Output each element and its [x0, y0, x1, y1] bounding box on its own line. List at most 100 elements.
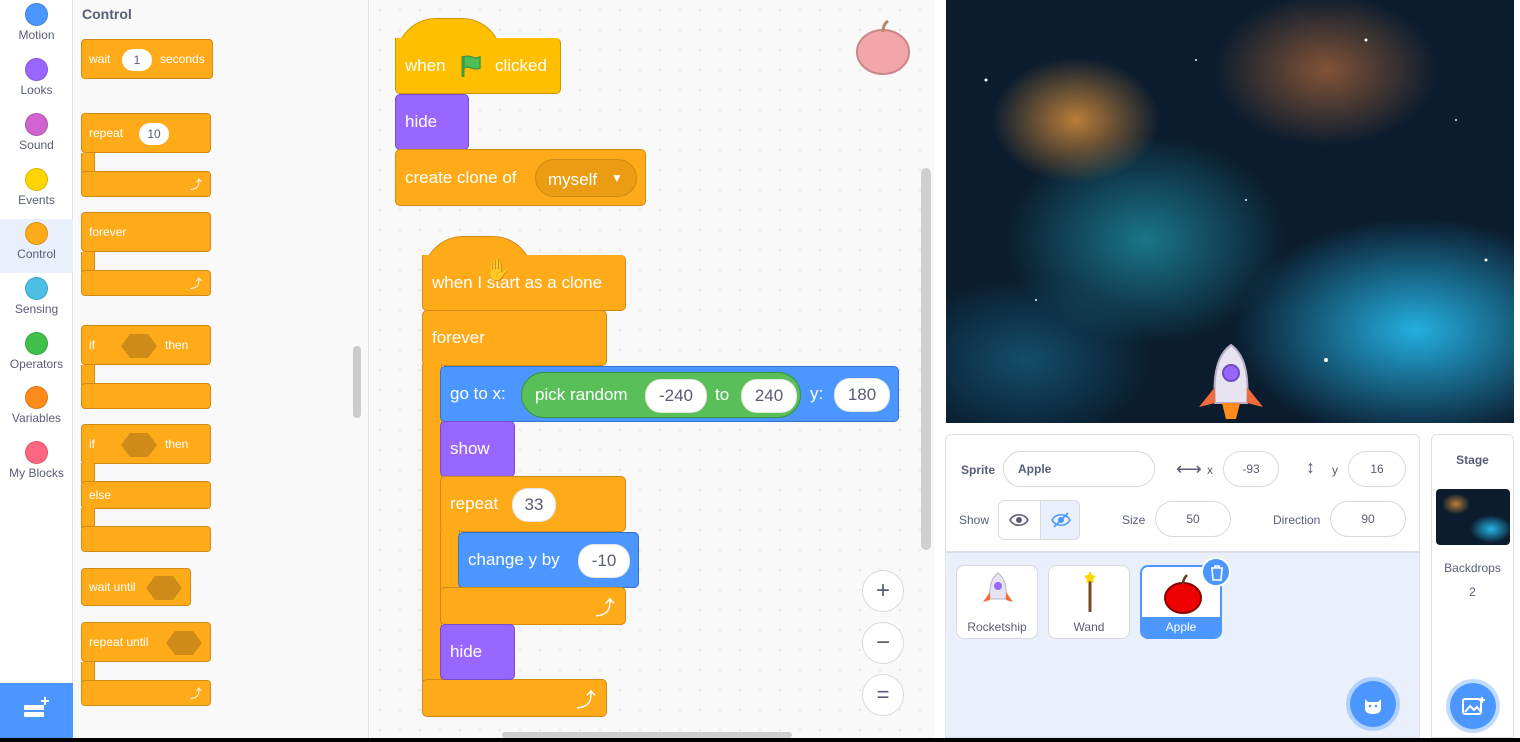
block-text: go to x:	[450, 384, 506, 403]
change-y-block[interactable]: change y by -10	[458, 532, 639, 588]
when-flag-clicked-block[interactable]: when clicked	[395, 38, 561, 94]
add-extension-button[interactable]	[0, 683, 73, 738]
category-events[interactable]: Events	[0, 165, 73, 219]
block-text: clicked	[495, 55, 547, 75]
sprite-tile-wand[interactable]: Wand	[1048, 565, 1130, 639]
block-text: else	[89, 488, 112, 502]
y-input[interactable]: 180	[834, 378, 890, 412]
choose-backdrop-button[interactable]	[1446, 679, 1500, 733]
loop-arrow-icon: ⤴	[189, 276, 202, 291]
dropdown-value: myself	[548, 170, 598, 189]
y-position-field[interactable]: 16	[1348, 451, 1406, 487]
zoom-in-button[interactable]: +	[862, 570, 904, 612]
c-block-foot: ⤴	[81, 270, 211, 296]
stage-canvas[interactable]	[946, 0, 1514, 423]
apple-sprite-preview-icon	[856, 19, 910, 75]
script-horizontal-scrollbar[interactable]	[502, 732, 792, 738]
category-control[interactable]: Control	[0, 219, 73, 273]
category-label: Sound	[19, 138, 54, 152]
backdrops-label: Backdrops	[1444, 561, 1501, 575]
size-label: Size	[1122, 513, 1146, 527]
condition-slot[interactable]	[121, 334, 157, 358]
pick-random-block[interactable]: pick random -240 to 240	[521, 372, 801, 418]
show-visible-button[interactable]	[999, 501, 1040, 539]
block-text: seconds	[160, 52, 205, 66]
c-block-arm	[81, 252, 95, 272]
block-text: forever	[432, 328, 485, 347]
repeat-count-input[interactable]: 33	[512, 488, 556, 522]
go-to-xy-block[interactable]: go to x: pick random -240 to 240 y: 180	[440, 366, 899, 422]
x-label: x	[1207, 463, 1213, 477]
block-text: wait	[89, 52, 111, 66]
forever-arm	[422, 364, 442, 682]
sprite-tile-rocketship[interactable]: Rocketship	[956, 565, 1038, 639]
stage-target-panel[interactable]: Stage Backdrops 2	[1431, 434, 1514, 738]
palette-wait-until-block[interactable]: wait until	[81, 568, 191, 606]
when-start-as-clone-block[interactable]: when I start as a clone	[422, 255, 626, 311]
block-text: pick random	[535, 385, 628, 404]
block-text: create clone of	[405, 167, 517, 187]
palette-repeat-until-block[interactable]: repeat until	[81, 622, 211, 662]
palette-wait-block[interactable]: wait 1 seconds	[81, 39, 213, 79]
palette-repeat-block[interactable]: repeat 10	[81, 113, 211, 153]
random-from-input[interactable]: -240	[645, 379, 707, 413]
show-hidden-button[interactable]	[1040, 501, 1079, 539]
show-block[interactable]: show	[440, 421, 515, 477]
repeat-block[interactable]: repeat 33	[440, 476, 626, 532]
category-my-blocks[interactable]: My Blocks	[0, 438, 73, 492]
variables-dot-icon	[25, 386, 48, 409]
choose-sprite-button[interactable]	[1346, 677, 1400, 731]
category-label: Sensing	[14, 302, 59, 316]
loop-arrow-icon: ⤴	[595, 597, 615, 620]
delete-sprite-button[interactable]	[1201, 557, 1231, 587]
category-operators[interactable]: Operators	[0, 329, 73, 383]
palette-forever-block[interactable]: forever	[81, 212, 211, 252]
block-text: wait until	[89, 580, 136, 594]
else-section: else	[81, 481, 211, 509]
category-variables[interactable]: Variables	[0, 383, 73, 437]
direction-field[interactable]: 90	[1330, 501, 1406, 537]
repeat-count-input[interactable]: 10	[139, 123, 169, 145]
control-dot-icon	[25, 222, 48, 245]
script-vertical-scrollbar[interactable]	[921, 168, 931, 550]
operators-dot-icon	[25, 332, 48, 355]
x-position-field[interactable]: -93	[1223, 451, 1279, 487]
category-label: My Blocks	[9, 466, 64, 480]
sound-dot-icon	[25, 113, 48, 136]
change-y-input[interactable]: -10	[578, 544, 630, 578]
backdrop-add-icon	[1462, 697, 1485, 715]
block-text: show	[450, 439, 490, 458]
condition-slot[interactable]	[166, 631, 202, 655]
palette-if-else-block[interactable]: if then	[81, 424, 211, 464]
block-text: y:	[810, 384, 824, 403]
palette-scrollbar[interactable]	[353, 346, 361, 418]
category-sensing[interactable]: Sensing	[0, 274, 73, 328]
block-text: change y by	[468, 550, 560, 569]
size-field[interactable]: 50	[1155, 501, 1231, 537]
wait-seconds-input[interactable]: 1	[122, 49, 152, 71]
palette-if-then-block[interactable]: if then	[81, 325, 211, 365]
condition-slot[interactable]	[121, 433, 157, 457]
sprite-name-field[interactable]: Apple	[1003, 451, 1155, 487]
script-area[interactable]: when clicked hide create clone of myself…	[370, 0, 934, 738]
random-to-input[interactable]: 240	[741, 379, 797, 413]
create-clone-block[interactable]: create clone of myself ▼	[395, 149, 646, 206]
block-text: if	[89, 437, 95, 451]
sprite-info-panel: Sprite Apple ⟷ x -93 ↕ y 16 Show Size 50…	[945, 434, 1420, 552]
zoom-out-button[interactable]: −	[862, 622, 904, 664]
category-sound[interactable]: Sound	[0, 110, 73, 164]
sensing-dot-icon	[25, 277, 48, 300]
forever-block[interactable]: forever	[422, 310, 607, 366]
clone-target-dropdown[interactable]: myself ▼	[535, 159, 637, 197]
zoom-reset-button[interactable]: =	[862, 674, 904, 716]
repeat-foot: ⤴	[440, 587, 626, 625]
condition-slot[interactable]	[146, 576, 182, 600]
hide-block[interactable]: hide	[395, 94, 469, 150]
zoom-out-icon: −	[875, 629, 890, 656]
backdrop-thumbnail	[1436, 489, 1510, 545]
category-motion[interactable]: Motion	[0, 0, 73, 54]
hide-block[interactable]: hide	[440, 624, 515, 680]
category-looks[interactable]: Looks	[0, 55, 73, 109]
my-blocks-dot-icon	[25, 441, 48, 464]
direction-label: Direction	[1273, 513, 1321, 527]
